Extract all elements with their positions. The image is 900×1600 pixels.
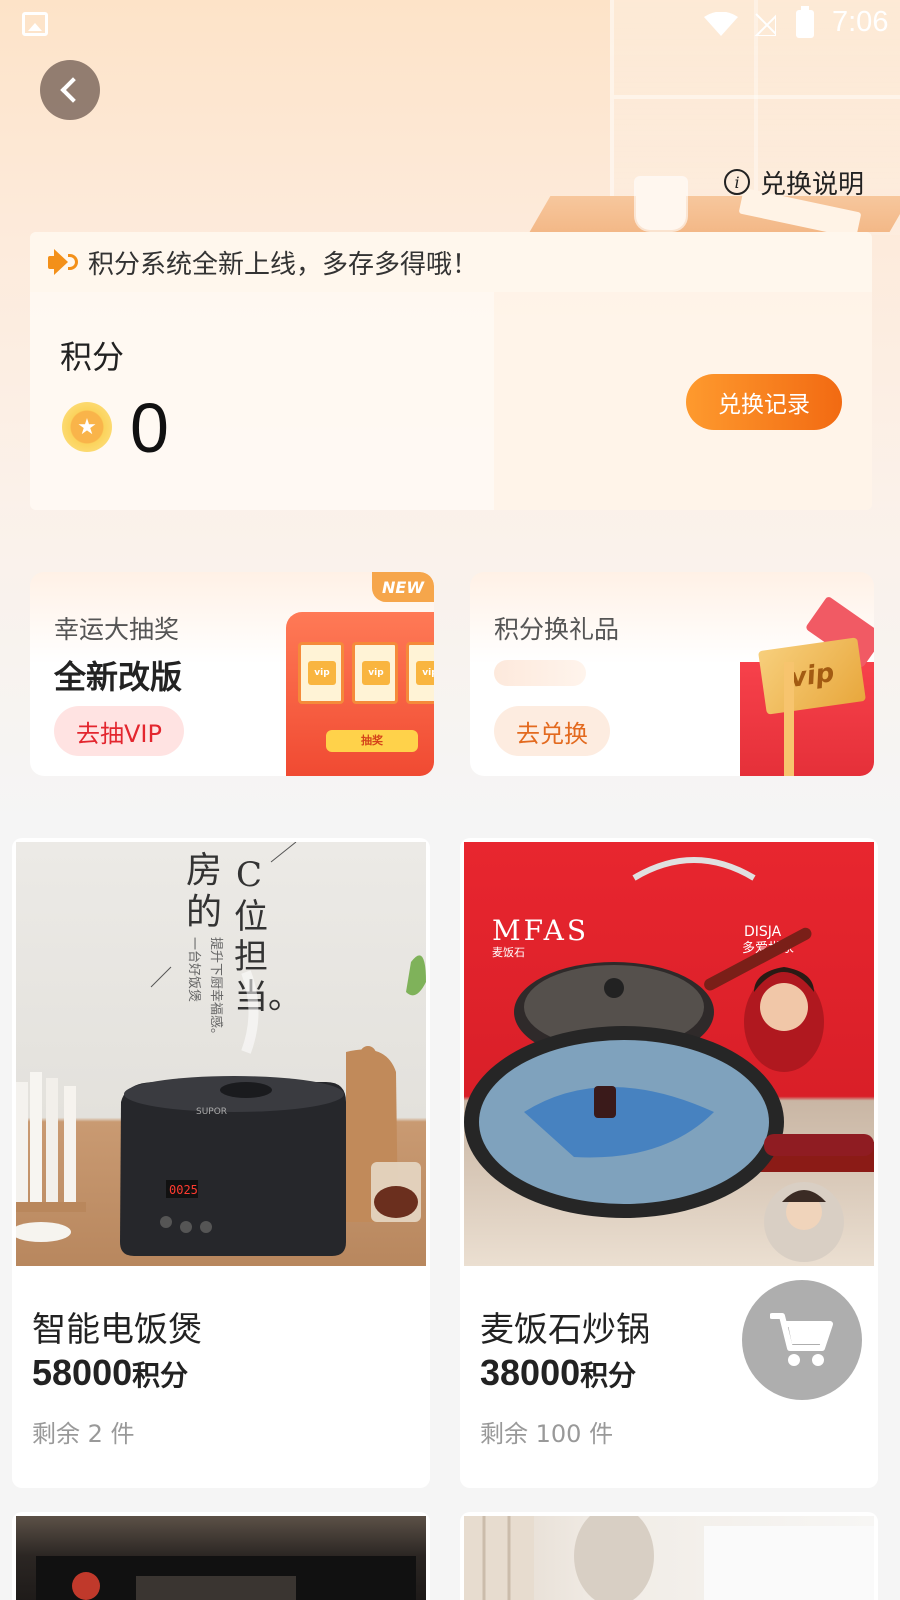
product-card[interactable]	[460, 1512, 878, 1600]
product-image-wok: MFAS 麦饭石 DISJA 多爱世家	[464, 842, 874, 1266]
svg-text:的: 的	[186, 892, 222, 933]
status-bar: 7:06	[0, 0, 900, 48]
product-card[interactable]: 房 的 C 位 担 当。 一台好饭煲 提升下厨幸福感。 SUPOR 0025 智…	[12, 838, 430, 1488]
product-image-rice-cooker: 房 的 C 位 担 当。 一台好饭煲 提升下厨幸福感。 SUPOR 0025	[16, 842, 426, 1266]
notice-text: 积分系统全新上线，多存多得哦！	[88, 249, 479, 280]
no-sim-icon	[754, 13, 776, 36]
battery-icon	[796, 6, 814, 38]
product-image	[16, 1516, 426, 1600]
gift-exchange-subtitle: 积分换礼品	[494, 615, 620, 644]
chevron-left-icon	[60, 77, 86, 103]
notice-bar: 积分系统全新上线，多存多得哦！	[30, 232, 872, 292]
svg-text:DISJA: DISJA	[744, 924, 782, 940]
svg-text:房: 房	[186, 850, 222, 891]
speaker-icon	[48, 248, 78, 276]
new-badge: NEW	[372, 572, 434, 602]
product-name: 智能电饭煲	[32, 1310, 202, 1350]
product-image	[464, 1512, 874, 1600]
gift-box-illustration: vip	[740, 595, 874, 776]
wifi-icon	[704, 12, 738, 36]
product-points: 38000积分	[480, 1352, 637, 1393]
slot-machine-illustration: vip vip vip 抽奖	[286, 612, 434, 776]
svg-text:位: 位	[234, 897, 268, 937]
svg-text:MFAS: MFAS	[492, 914, 589, 947]
product-name: 麦饭石炒锅	[480, 1310, 650, 1350]
gallery-notification-icon	[22, 12, 48, 36]
lottery-promo-card[interactable]: 幸运大抽奖 全新改版 vip vip vip 抽奖 NEW 去抽VIP	[30, 572, 434, 776]
coin-icon: ★	[62, 402, 112, 452]
exchange-explanation-label: 兑换说明	[760, 169, 865, 200]
go-exchange-button[interactable]: 去兑换	[494, 706, 610, 756]
product-points: 58000积分	[32, 1352, 189, 1393]
product-card[interactable]	[12, 1512, 430, 1600]
svg-text:C: C	[236, 855, 262, 895]
svg-text:担: 担	[234, 937, 268, 977]
status-time: 7:06	[832, 6, 889, 38]
points-card: 积分系统全新上线，多存多得哦！ 积分 ★ 0 兑换记录	[30, 232, 872, 510]
back-button[interactable]	[40, 60, 100, 120]
svg-text:提升下厨幸福感。: 提升下厨幸福感。	[208, 937, 224, 1041]
draw-vip-button[interactable]: 去抽VIP	[54, 706, 184, 756]
points-value: 0	[130, 389, 169, 467]
lottery-title: 全新改版	[54, 658, 183, 696]
svg-text:0025: 0025	[169, 1183, 198, 1197]
cup-illustration	[636, 178, 686, 230]
cart-button[interactable]	[742, 1280, 862, 1400]
svg-text:SUPOR: SUPOR	[196, 1107, 227, 1117]
loading-placeholder	[494, 660, 586, 686]
info-icon: i	[724, 169, 750, 195]
points-label: 积分	[60, 338, 125, 376]
lottery-subtitle: 幸运大抽奖	[54, 615, 180, 644]
gift-exchange-promo-card[interactable]: 积分换礼品 vip 去兑换	[470, 572, 874, 776]
lottery-machine-label: 抽奖	[326, 730, 418, 752]
svg-text:麦饭石: 麦饭石	[492, 946, 525, 959]
cart-icon	[770, 1313, 833, 1366]
svg-text:一台好饭煲: 一台好饭煲	[186, 937, 202, 1002]
product-stock: 剩余 2 件	[32, 1420, 135, 1448]
exchange-explanation-link[interactable]: i 兑换说明	[724, 162, 864, 202]
product-stock: 剩余 100 件	[480, 1420, 614, 1448]
exchange-history-button[interactable]: 兑换记录	[686, 374, 842, 430]
svg-text:当。: 当。	[234, 977, 302, 1017]
